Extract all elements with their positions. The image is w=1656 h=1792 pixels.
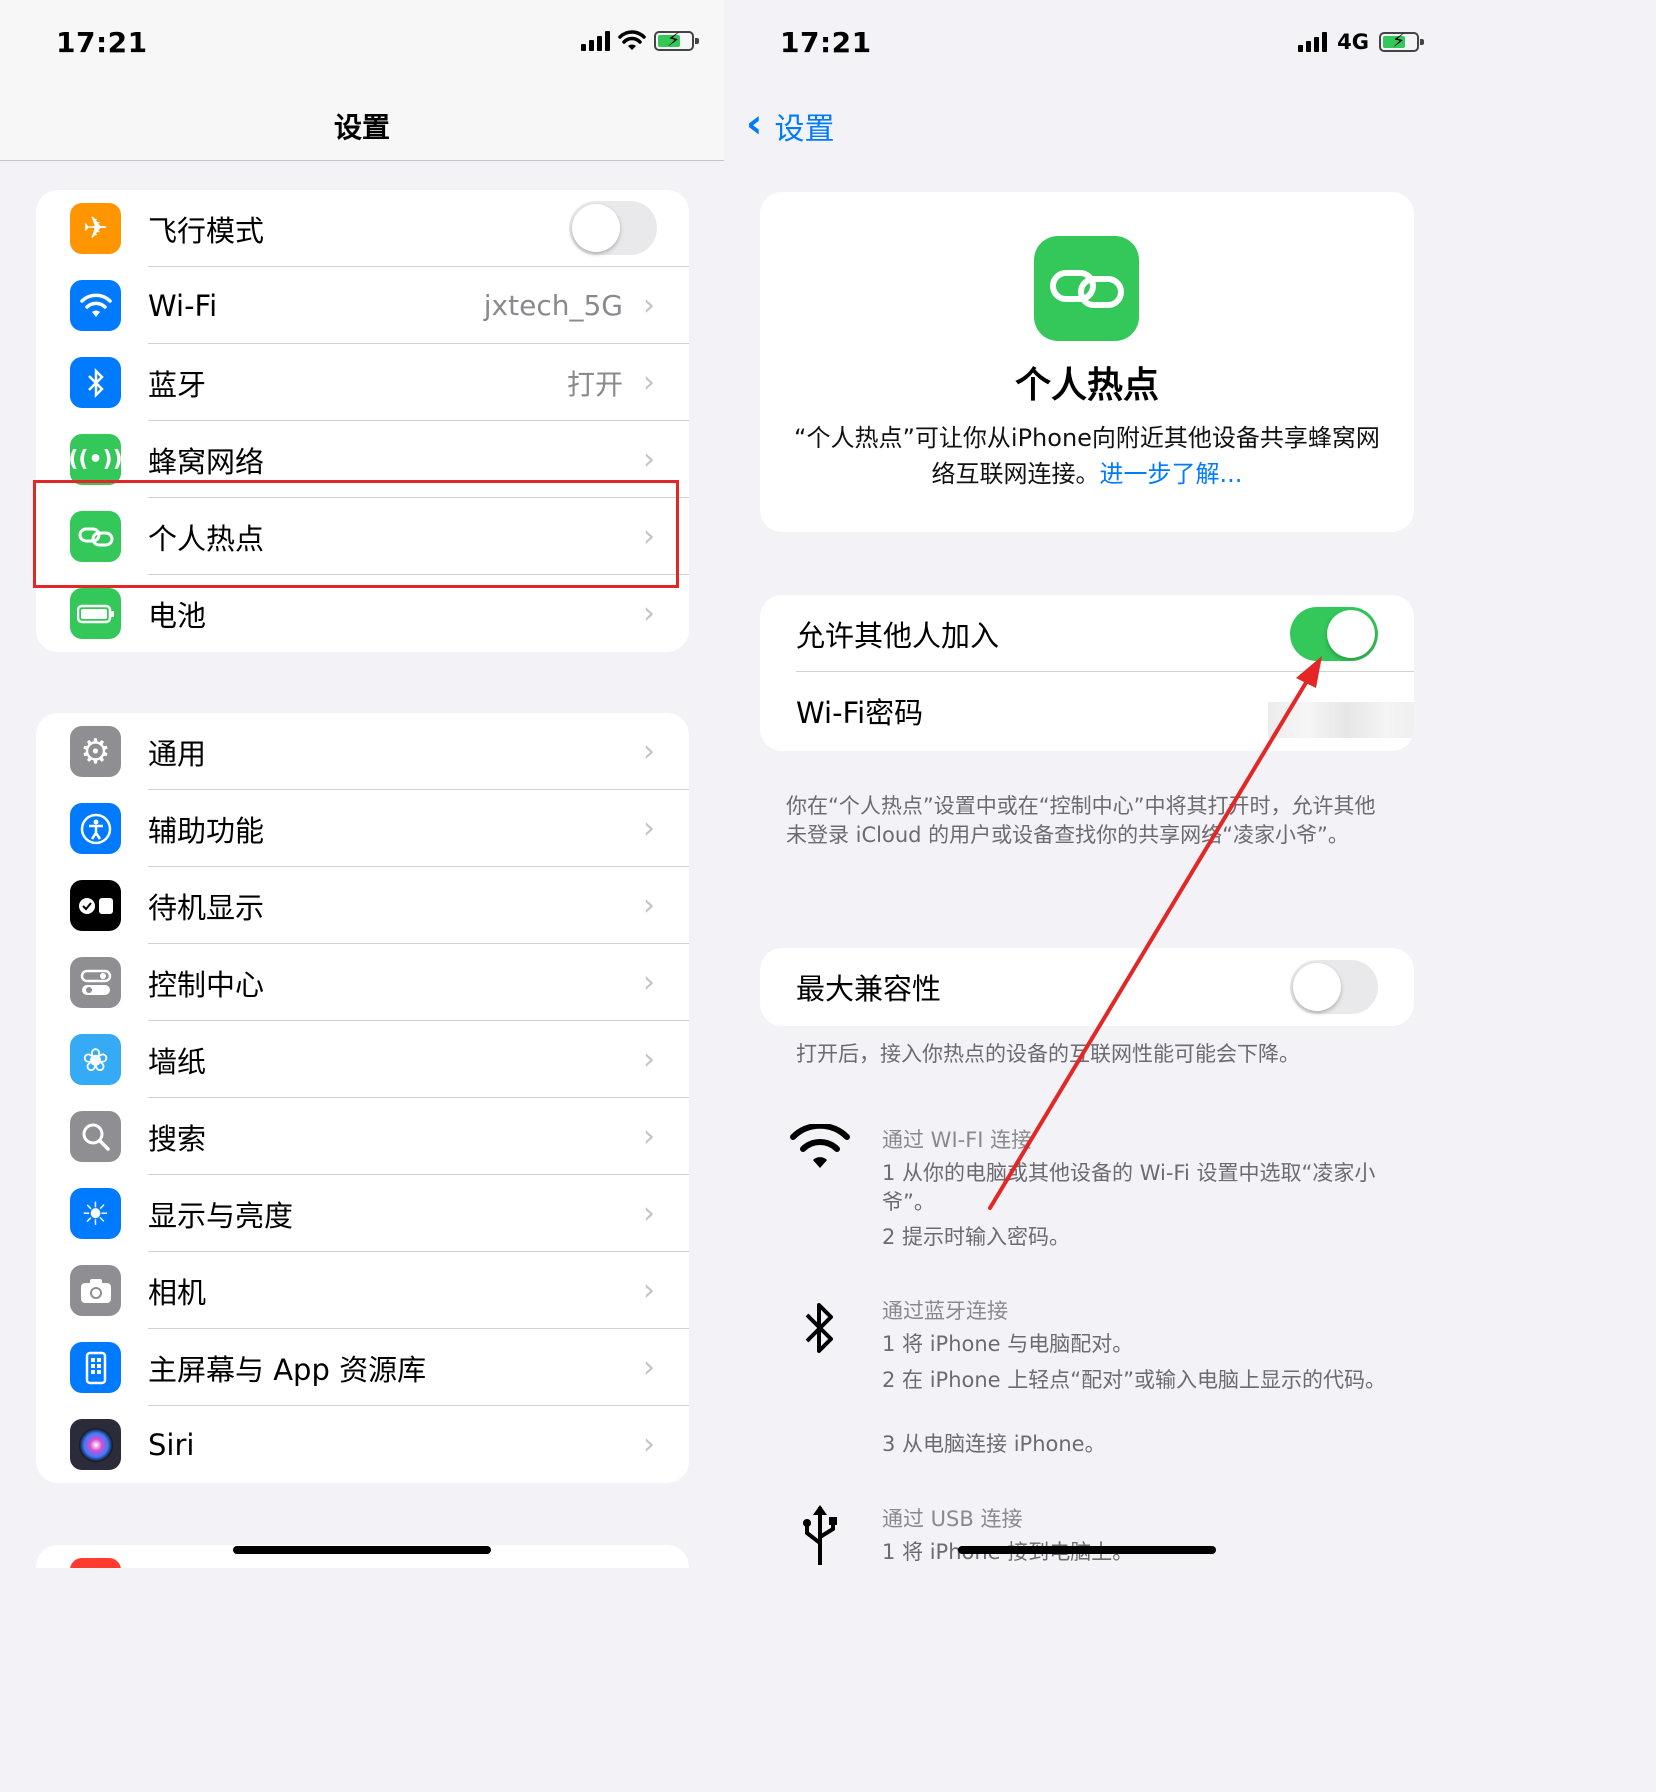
- annotation-arrow: [988, 656, 1322, 1210]
